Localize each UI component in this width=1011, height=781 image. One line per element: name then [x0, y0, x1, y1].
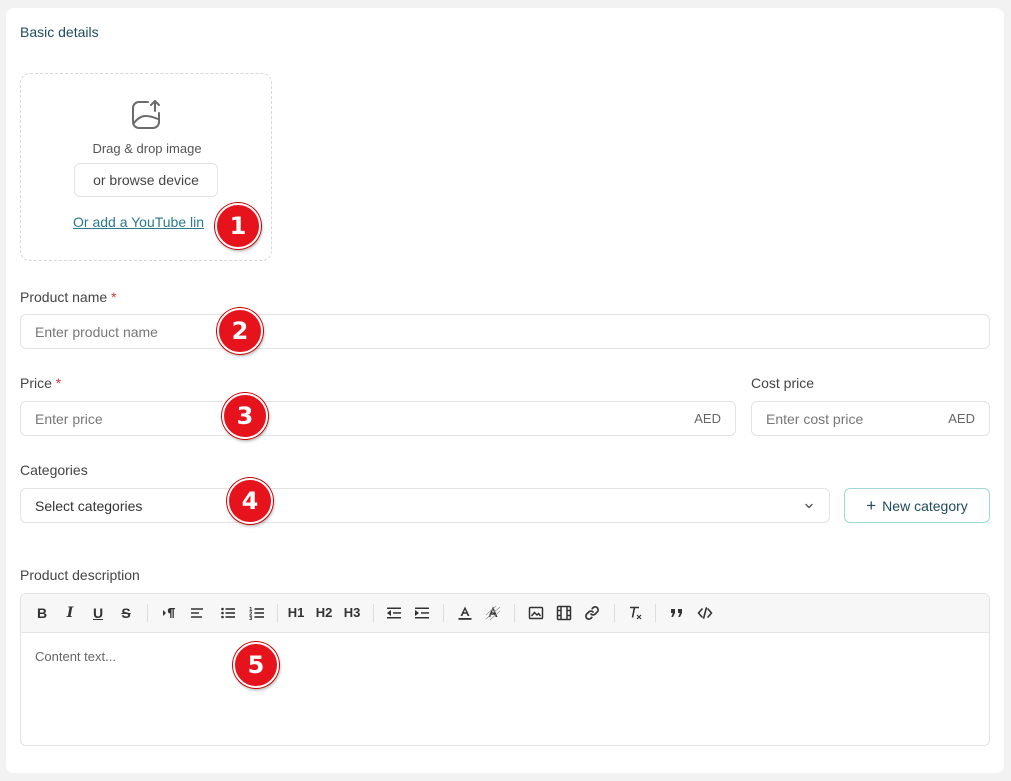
quote-icon [671, 609, 682, 617]
insert-link-button[interactable] [581, 603, 603, 623]
bold-button[interactable]: B [31, 603, 53, 623]
image-icon [528, 606, 544, 620]
highlight-color-button[interactable] [482, 603, 504, 623]
youtube-link[interactable]: Or add a YouTube lin [73, 214, 204, 230]
toolbar-divider [443, 604, 444, 622]
plus-icon: + [866, 496, 877, 515]
heading-2-button[interactable]: H2 [311, 603, 337, 623]
toolbar-divider [514, 604, 515, 622]
toolbar-divider [655, 604, 656, 622]
categories-label: Categories [20, 462, 88, 478]
clear-format-button[interactable] [624, 603, 646, 623]
product-name-input[interactable] [35, 315, 616, 348]
drag-drop-text: Drag & drop image [92, 141, 202, 156]
required-mark: * [111, 289, 117, 305]
toolbar-divider [147, 604, 148, 622]
product-name-label: Product name * [20, 289, 117, 305]
cost-price-field[interactable]: AED [751, 401, 990, 436]
indent-icon [415, 607, 429, 619]
chevron-down-icon [805, 503, 813, 509]
required-mark: * [55, 375, 62, 391]
numbered-list-icon: 123 [249, 607, 264, 622]
italic-button[interactable]: I [59, 603, 81, 623]
annotation-badge-4: 4 [227, 478, 273, 524]
cost-price-label: Cost price [751, 375, 815, 391]
bullet-list-icon [221, 607, 235, 619]
annotation-badge-2: 2 [217, 308, 263, 354]
heading-3-button[interactable]: H3 [339, 603, 365, 623]
code-view-button[interactable] [694, 603, 716, 623]
editor-toolbar: B I U S 123 H1 H2 H3 [21, 594, 989, 633]
toolbar-divider [373, 604, 374, 622]
align-left-icon [191, 608, 203, 618]
price-currency: AED [694, 411, 721, 426]
section-title: Basic details [20, 24, 99, 40]
clear-format-icon [630, 606, 642, 620]
editor-content[interactable]: Content text... [35, 649, 116, 664]
annotation-badge-3: 3 [222, 393, 268, 439]
browse-device-button[interactable]: or browse device [74, 163, 218, 197]
cost-price-currency: AED [948, 411, 975, 426]
outdent-button[interactable] [383, 603, 405, 623]
basic-details-card: Basic details Drag & drop image or brows… [6, 8, 1004, 773]
price-field[interactable]: AED [20, 401, 736, 436]
annotation-badge-1: 1 [215, 203, 261, 249]
align-left-button[interactable] [186, 603, 208, 623]
strikethrough-button[interactable]: S [115, 603, 137, 623]
blockquote-button[interactable] [666, 603, 688, 623]
video-icon [556, 605, 572, 621]
product-name-field[interactable] [20, 314, 990, 349]
toolbar-divider [614, 604, 615, 622]
highlight-color-icon [485, 605, 501, 621]
text-color-button[interactable] [454, 603, 476, 623]
annotation-badge-5: 5 [233, 642, 279, 688]
link-icon [585, 606, 599, 620]
categories-select[interactable]: Select categories [20, 488, 830, 523]
price-label: Price * [20, 375, 62, 391]
categories-selected-value: Select categories [35, 498, 143, 514]
text-color-icon [458, 606, 472, 620]
new-category-button[interactable]: + New category [844, 488, 990, 523]
toolbar-divider [277, 604, 278, 622]
text-direction-button[interactable] [158, 603, 180, 623]
underline-button[interactable]: U [87, 603, 109, 623]
description-label: Product description [20, 567, 140, 583]
code-icon [697, 607, 713, 619]
insert-image-button[interactable] [525, 603, 547, 623]
bullet-list-button[interactable] [217, 603, 239, 623]
indent-button[interactable] [411, 603, 433, 623]
paragraph-direction-icon [163, 608, 175, 618]
heading-1-button[interactable]: H1 [283, 603, 309, 623]
svg-text:3: 3 [249, 616, 253, 621]
rich-text-editor[interactable]: B I U S 123 H1 H2 H3 Content text... [20, 593, 990, 746]
numbered-list-button[interactable]: 123 [246, 603, 268, 623]
outdent-icon [387, 607, 401, 619]
insert-video-button[interactable] [553, 603, 575, 623]
image-upload-icon [132, 100, 160, 129]
cost-price-input[interactable] [766, 402, 909, 435]
